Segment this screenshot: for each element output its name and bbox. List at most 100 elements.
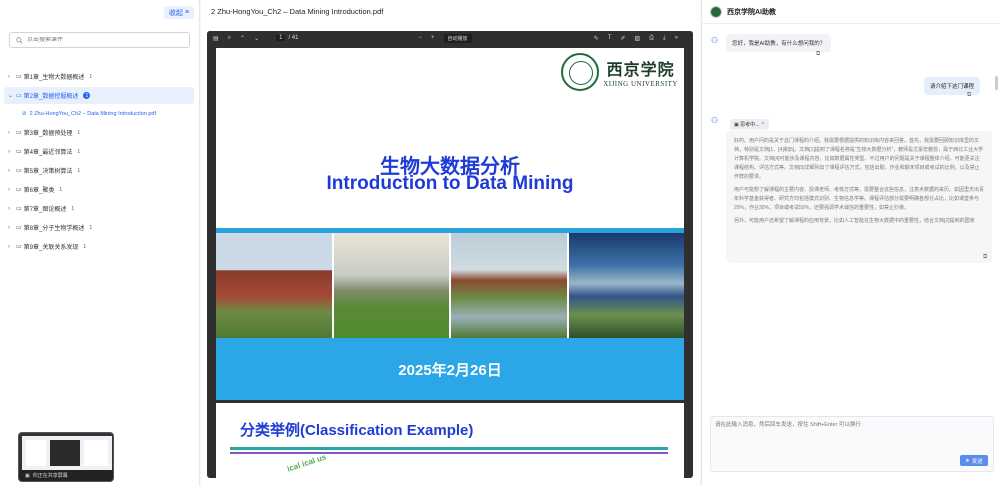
copy-icon[interactable]: ⧉ xyxy=(967,92,971,99)
chapter-item-4[interactable]: › ▭ 第4章_最近邻算法 1 xyxy=(4,143,194,160)
image-icon[interactable]: ▨ xyxy=(635,35,641,42)
scrollbar[interactable] xyxy=(995,76,998,90)
search-box[interactable] xyxy=(9,32,190,48)
slide2-column-labels: ical ical us xyxy=(286,452,328,474)
send-button[interactable]: ➤ 发送 xyxy=(960,455,988,466)
menu-icon: ≡ xyxy=(184,9,190,16)
chapter-count: 1 xyxy=(59,186,63,193)
folder-icon: ▭ xyxy=(16,168,22,174)
chevron-right-icon: › xyxy=(8,148,10,155)
chevron-down-icon[interactable]: ⌄ xyxy=(254,35,259,42)
search-icon[interactable]: ⌕ xyxy=(228,35,231,42)
chevron-right-icon: › xyxy=(8,186,10,193)
date-band: 2025年2月26日 xyxy=(216,338,684,400)
chapter-item-6[interactable]: › ▭ 第6章_聚类 1 xyxy=(4,181,194,198)
logo-text: 西京学院 XIJING UNIVERSITY xyxy=(603,56,678,88)
chapter-item-8[interactable]: › ▭ 第8章_分子生物学概述 1 xyxy=(4,219,194,236)
chapter-count-badge: 1 xyxy=(83,92,91,99)
chapter-item-7[interactable]: › ▭ 第7章_图论概述 1 xyxy=(4,200,194,217)
chevron-right-icon: › xyxy=(8,224,10,231)
bot-icon: ⚇ xyxy=(711,36,719,45)
seal-icon xyxy=(561,53,600,91)
zoom-out-icon[interactable]: − xyxy=(418,35,422,41)
download-icon[interactable]: ⤓ xyxy=(663,35,666,42)
campus-photo-lawn xyxy=(333,233,449,338)
file-link-icon: ⊘ xyxy=(22,111,27,117)
bot-icon: ⚇ xyxy=(711,116,719,125)
slide-page-2: 分类举例(Classification Example) ical ical u… xyxy=(216,403,684,478)
logo-en: XIJING UNIVERSITY xyxy=(603,80,678,88)
assistant-answer: 好的。用户问的是关于这门课程的介绍。我需要根据提供的知识库内容来回答。首先，我需… xyxy=(726,131,992,263)
chapter-item-9[interactable]: › ▭ 第9章_关联关系发现 1 xyxy=(4,238,194,255)
chapter-label: 第1章_生物大数据概述 xyxy=(23,75,85,81)
answer-paragraph: 另外，可能用户还希望了解课程的应用背景，比如人工智能在生物大数据中的重要性，结合… xyxy=(734,218,975,224)
collapse-button[interactable]: 收起 ≡ xyxy=(164,6,194,19)
chat-input-box[interactable]: ➤ 发送 xyxy=(710,416,994,472)
document-title: 2 Zhu-HongYou_Ch2 – Data Mining Introduc… xyxy=(211,7,384,16)
chapter-label: 第7章_图论概述 xyxy=(23,207,67,213)
chat-title: 西京学院AI助教 xyxy=(727,8,776,16)
chevron-right-icon: › xyxy=(8,129,10,136)
zoom-in-icon[interactable]: + xyxy=(431,35,435,41)
screen-share-label: 你正在共享屏幕 xyxy=(32,473,68,479)
draw-icon[interactable]: ✐ xyxy=(620,35,625,42)
search-input[interactable] xyxy=(27,37,177,43)
chevron-up-icon[interactable]: ⌃ xyxy=(240,35,245,42)
answer-paragraph: 好的。用户问的是关于这门课程的介绍。我需要根据提供的知识库内容来回答。首先，我需… xyxy=(734,138,984,180)
chapter-item-2[interactable]: ⌄ ▭ 第2章_数据挖掘概述 1 xyxy=(4,87,194,104)
ai-assistant-panel: 西京学院AI助教 ⚇ 您好，我是AI助教，有什么想问我的？ ⧉ 请介绍下这门课程… xyxy=(701,0,1000,486)
send-icon: ➤ xyxy=(965,457,970,464)
campus-photo-night xyxy=(568,233,684,338)
chapter-item-1[interactable]: › ▭ 第1章_生物大数据概述 1 xyxy=(4,68,194,85)
chapter-label: 第4章_最近邻算法 xyxy=(23,150,73,156)
chapter-label: 第2章_数据挖掘概述 xyxy=(23,94,79,100)
more-icon[interactable]: » xyxy=(675,35,678,41)
chapter-count: 1 xyxy=(89,224,93,231)
chapter-list: › ▭ 第1章_生物大数据概述 1 ⌄ ▭ 第2章_数据挖掘概述 1 ⊘ 2 Z… xyxy=(4,68,194,257)
copy-icon[interactable]: ⧉ xyxy=(983,254,987,261)
collapse-label: 收起 xyxy=(168,9,183,17)
chevron-right-icon: › xyxy=(8,205,10,212)
screen-share-icon: ▣ xyxy=(25,472,30,479)
file-item-active[interactable]: ⊘ 2 Zhu-HongYou_Ch2 – Data Mining Introd… xyxy=(4,106,194,122)
auto-play-button[interactable]: 自动播放 xyxy=(443,33,472,43)
campus-photo-pavilion xyxy=(216,233,332,338)
thinking-label: 思考中... xyxy=(740,122,760,128)
folder-icon: ▭ xyxy=(16,206,22,212)
folder-icon: ▭ xyxy=(16,130,22,136)
chat-input[interactable] xyxy=(715,420,991,448)
folder-icon: ▭ xyxy=(16,225,22,231)
pdf-frame[interactable]: ▤ ⌕ ⌃ ⌄ 1 / 41 − + 自动播放 ✎ T ✐ ▨ ⎙ ⤓ » 西京… xyxy=(207,31,693,478)
chapter-count: 1 xyxy=(77,167,81,174)
screen-share-preview[interactable]: ▣ 你正在共享屏幕 xyxy=(18,432,114,482)
screen-share-bar: ▣ 你正在共享屏幕 xyxy=(19,470,113,481)
campus-photos xyxy=(216,233,684,338)
sidebar-toggle-icon[interactable]: ▤ xyxy=(213,35,219,42)
page-number-input[interactable]: 1 xyxy=(276,35,286,41)
thinking-toggle[interactable]: ▣ 思考中... ⌃ xyxy=(730,119,769,130)
folder-open-icon: ▭ xyxy=(16,93,22,99)
file-label: 2 Zhu-HongYou_Ch2 – Data Mining Introduc… xyxy=(29,111,156,117)
chapter-label: 第9章_关联关系发现 xyxy=(23,245,79,251)
text-icon[interactable]: T xyxy=(608,35,612,41)
pen-icon[interactable]: ✎ xyxy=(594,35,599,42)
chat-header: 西京学院AI助教 xyxy=(702,0,1000,24)
chapter-count: 1 xyxy=(77,148,81,155)
send-label: 发送 xyxy=(971,458,983,465)
chapter-item-3[interactable]: › ▭ 第3章_数据预处理 1 xyxy=(4,124,194,141)
chapter-count: 1 xyxy=(71,205,75,212)
chapter-label: 第3章_数据预处理 xyxy=(23,131,73,137)
print-icon[interactable]: ⎙ xyxy=(649,35,654,42)
assistant-greeting: 您好，我是AI助教，有什么想问我的？ xyxy=(726,34,832,52)
slide2-divider-2 xyxy=(230,452,668,454)
chapter-count: 1 xyxy=(83,243,87,250)
course-sidebar: 收起 ≡ › ▭ 第1章_生物大数据概述 1 ⌄ ▭ 第2章_数据挖掘概述 1 … xyxy=(0,0,200,486)
page-total: / 41 xyxy=(288,35,299,41)
university-logo: 西京学院 XIJING UNIVERSITY xyxy=(561,53,678,91)
chapter-item-5[interactable]: › ▭ 第5章_决策树算法 1 xyxy=(4,162,194,179)
user-message: 请介绍下这门课程 xyxy=(923,77,980,95)
slide-page-1: 西京学院 XIJING UNIVERSITY 生物大数据分析 Introduct… xyxy=(216,48,684,400)
folder-icon: ▭ xyxy=(16,149,22,155)
document-viewer: 2 Zhu-HongYou_Ch2 – Data Mining Introduc… xyxy=(201,0,700,486)
copy-icon[interactable]: ⧉ xyxy=(816,51,820,58)
